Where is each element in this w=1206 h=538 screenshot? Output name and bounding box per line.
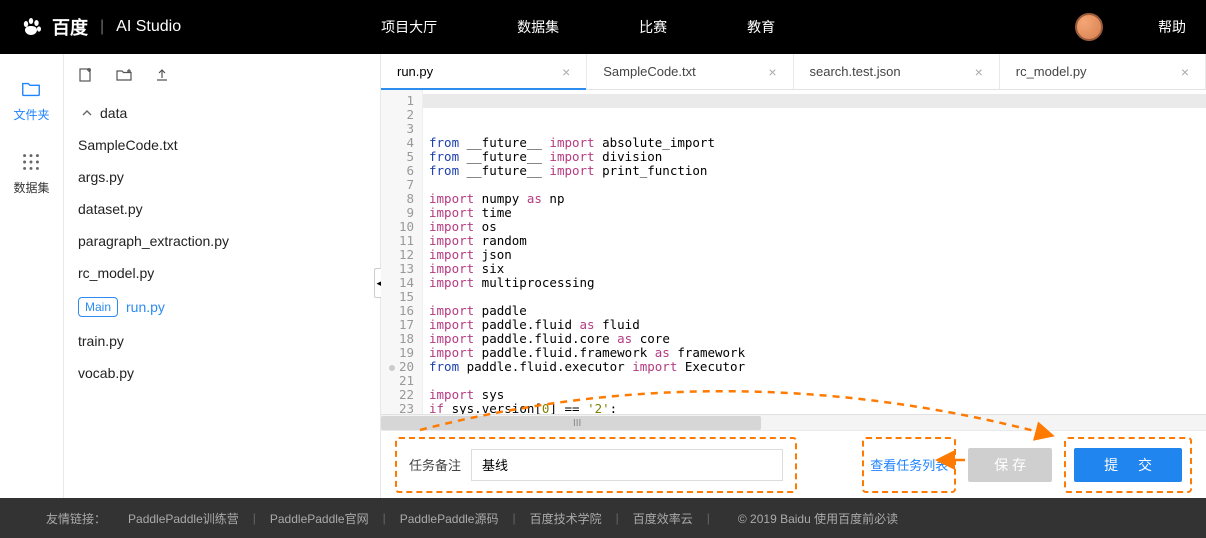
- editor-tabs: run.py× SampleCode.txt× search.test.json…: [381, 54, 1206, 90]
- new-folder-button[interactable]: [116, 67, 132, 83]
- file-sidebar: data SampleCode.txt args.py dataset.py p…: [64, 54, 380, 498]
- header-right: 帮助: [1075, 13, 1186, 41]
- footer-link-0[interactable]: PaddlePaddle训练营: [128, 510, 239, 527]
- code-pane[interactable]: from __future__ import absolute_importfr…: [423, 90, 1206, 414]
- close-icon[interactable]: ×: [562, 64, 570, 80]
- footer-label: 友情链接：: [46, 510, 106, 527]
- file-dataset[interactable]: dataset.py: [78, 193, 380, 225]
- file-tree: data SampleCode.txt args.py dataset.py p…: [64, 97, 380, 389]
- footer-link-3[interactable]: 百度技术学院: [530, 510, 602, 527]
- main-badge: Main: [78, 297, 118, 317]
- main-body: 文件夹 数据集 data SampleCode.txt args.py data…: [0, 54, 1206, 498]
- submit-button[interactable]: 提 交: [1074, 448, 1182, 482]
- upload-button[interactable]: [154, 67, 170, 83]
- chevron-up-icon: [82, 108, 92, 118]
- folder-icon: [20, 78, 42, 100]
- folder-label: data: [100, 105, 127, 121]
- sidebar-toolbar: [64, 67, 380, 97]
- editor-area: ◀ run.py× SampleCode.txt× search.test.js…: [380, 54, 1206, 498]
- logo-separator: |: [100, 18, 104, 36]
- iconbar: 文件夹 数据集: [0, 54, 64, 498]
- view-task-highlight: 查看任务列表: [862, 437, 956, 493]
- iconbar-files[interactable]: 文件夹: [13, 78, 49, 123]
- new-file-button[interactable]: [78, 67, 94, 83]
- footer-link-2[interactable]: PaddlePaddle源码: [400, 510, 499, 527]
- action-bar: 任务备注 查看任务列表 保 存 提 交: [381, 430, 1206, 498]
- nav-compete[interactable]: 比赛: [639, 17, 667, 37]
- nav-dataset[interactable]: 数据集: [517, 17, 559, 37]
- tab-search-test[interactable]: search.test.json×: [794, 54, 1000, 89]
- dataset-icon: [20, 151, 42, 173]
- upload-icon: [154, 67, 170, 83]
- submit-highlight: 提 交: [1064, 437, 1192, 493]
- iconbar-dataset[interactable]: 数据集: [13, 151, 49, 196]
- view-task-link[interactable]: 查看任务列表: [870, 455, 948, 474]
- file-rc-model[interactable]: rc_model.py: [78, 257, 380, 289]
- help-link[interactable]: 帮助: [1158, 17, 1186, 37]
- top-nav: 项目大厅 数据集 比赛 教育: [381, 17, 775, 37]
- file-samplecode[interactable]: SampleCode.txt: [78, 129, 380, 161]
- iconbar-files-label: 文件夹: [13, 106, 49, 123]
- brand-suffix: AI Studio: [116, 18, 181, 36]
- brand-cn: 百度: [52, 14, 88, 40]
- file-train[interactable]: train.py: [78, 325, 380, 357]
- nav-edu[interactable]: 教育: [747, 17, 775, 37]
- line-gutter: 123456789101112131415161718192021222324: [381, 90, 423, 414]
- remark-input[interactable]: [471, 449, 783, 481]
- remark-label: 任务备注: [409, 455, 461, 474]
- top-header: 百度 | AI Studio 项目大厅 数据集 比赛 教育 帮助: [0, 0, 1206, 54]
- current-line-highlight: [423, 94, 1206, 108]
- file-vocab[interactable]: vocab.py: [78, 357, 380, 389]
- footer-copy: © 2019 Baidu 使用百度前必读: [738, 510, 898, 527]
- footer: 友情链接： PaddlePaddle训练营| PaddlePaddle官网| P…: [0, 498, 1206, 538]
- scroll-tick: III: [573, 418, 581, 429]
- avatar[interactable]: [1075, 13, 1103, 41]
- code-editor[interactable]: 123456789101112131415161718192021222324 …: [381, 90, 1206, 414]
- baidu-paw-icon: [20, 15, 44, 39]
- scroll-thumb[interactable]: [381, 416, 761, 430]
- tab-samplecode[interactable]: SampleCode.txt×: [587, 54, 793, 89]
- tab-run[interactable]: run.py×: [381, 54, 587, 89]
- tab-rc-model[interactable]: rc_model.py×: [1000, 54, 1206, 89]
- logo-area: 百度 | AI Studio: [20, 14, 181, 40]
- footer-link-1[interactable]: PaddlePaddle官网: [270, 510, 369, 527]
- new-folder-icon: [116, 67, 132, 83]
- remark-highlight: 任务备注: [395, 437, 797, 493]
- iconbar-dataset-label: 数据集: [13, 179, 49, 196]
- save-button[interactable]: 保 存: [968, 448, 1052, 482]
- new-file-icon: [78, 67, 94, 83]
- folder-data[interactable]: data: [78, 97, 380, 129]
- file-paragraph-extraction[interactable]: paragraph_extraction.py: [78, 225, 380, 257]
- nav-lobby[interactable]: 项目大厅: [381, 17, 437, 37]
- close-icon[interactable]: ×: [768, 64, 776, 80]
- close-icon[interactable]: ×: [1181, 64, 1189, 80]
- horizontal-scrollbar[interactable]: III: [381, 414, 1206, 430]
- close-icon[interactable]: ×: [975, 64, 983, 80]
- file-run[interactable]: Mainrun.py: [78, 289, 380, 325]
- footer-link-4[interactable]: 百度效率云: [633, 510, 693, 527]
- file-args[interactable]: args.py: [78, 161, 380, 193]
